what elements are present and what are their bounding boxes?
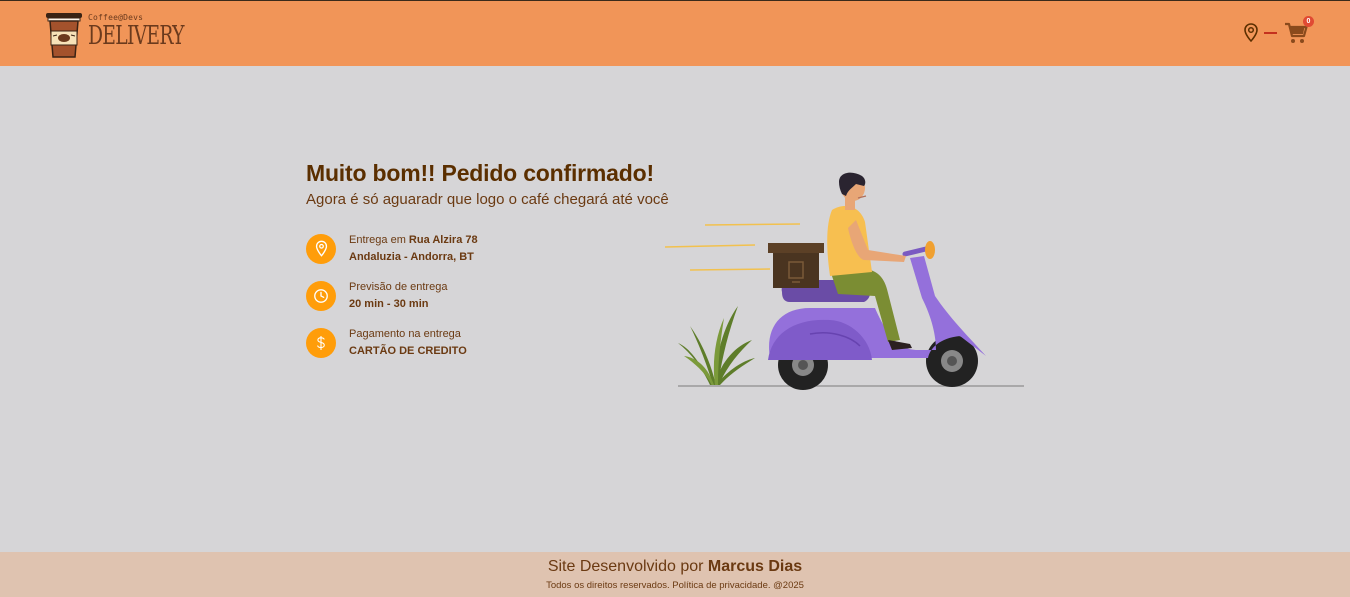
order-info-list: Entrega em Rua Alzira 78 Andaluzia - And… bbox=[306, 232, 669, 360]
page-title: Muito bom!! Pedido confirmado! bbox=[306, 160, 654, 186]
cart-button[interactable]: 0 bbox=[1284, 16, 1314, 45]
dollar-icon bbox=[306, 328, 336, 358]
estimate-label: Previsão de entrega bbox=[349, 281, 448, 293]
delivery-prefix: Entrega em bbox=[349, 234, 409, 246]
location-pin-icon[interactable] bbox=[1243, 23, 1259, 43]
page-subtitle: Agora é só aguaradr que logo o café cheg… bbox=[306, 191, 669, 208]
footer-prefix: Site Desenvolvido por bbox=[547, 558, 708, 575]
clock-icon bbox=[306, 281, 336, 311]
location-pin-icon bbox=[306, 234, 336, 264]
delivery-street: Rua Alzira 78 bbox=[408, 234, 478, 246]
logo[interactable]: Coffee@Devs DELIVERY bbox=[44, 11, 221, 59]
estimate-value: 20 min - 30 min bbox=[349, 298, 429, 310]
delivery-scooter-illustration bbox=[664, 172, 1024, 390]
logo-wordmark: DELIVERY bbox=[88, 21, 185, 51]
footer-credit: Site Desenvolvido por Marcus Dias bbox=[0, 558, 1350, 576]
footer-legal: Todos os direitos reservados. Política d… bbox=[546, 580, 804, 591]
delivery-estimate-item: Previsão de entrega 20 min - 30 min bbox=[306, 279, 669, 313]
delivery-address-item: Entrega em Rua Alzira 78 Andaluzia - And… bbox=[306, 232, 669, 266]
coffee-cup-logo-icon bbox=[46, 13, 82, 58]
header-actions: 0 bbox=[1243, 16, 1314, 45]
cart-count-badge: 0 bbox=[1303, 16, 1314, 27]
site-footer: Site Desenvolvido por Marcus Dias Todos … bbox=[0, 552, 1350, 597]
payment-label: Pagamento na entrega bbox=[349, 328, 461, 340]
order-confirmation: Muito bom!! Pedido confirmado! Agora é s… bbox=[306, 160, 669, 373]
location-placeholder-dash bbox=[1264, 32, 1277, 34]
footer-author[interactable]: Marcus Dias bbox=[708, 558, 802, 575]
payment-item: Pagamento na entrega CARTÃO DE CREDITO bbox=[306, 326, 669, 360]
payment-value: CARTÃO DE CREDITO bbox=[349, 345, 467, 357]
site-header: Coffee@Devs DELIVERY 0 bbox=[0, 0, 1350, 66]
delivery-city: Andaluzia - Andorra, BT bbox=[349, 251, 474, 263]
